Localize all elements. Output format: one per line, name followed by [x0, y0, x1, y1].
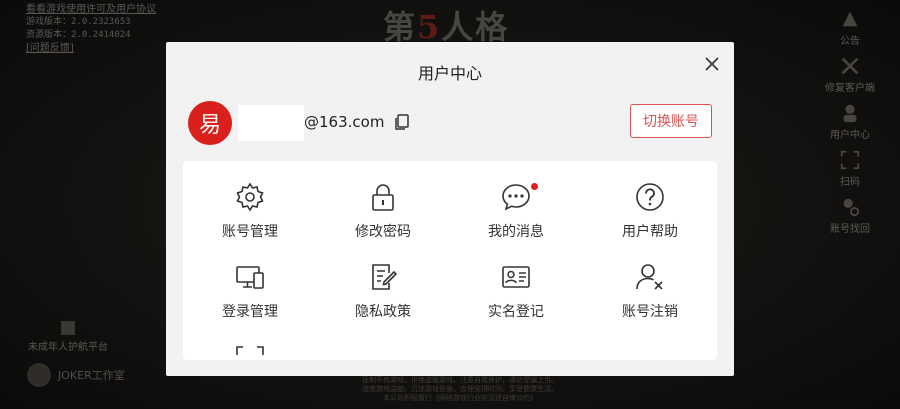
account-row: 易 @163.com 切换账号 — [188, 100, 712, 146]
grid-item-account-management[interactable]: 账号管理 — [183, 181, 317, 251]
privacy-policy-icon — [372, 264, 398, 290]
unread-badge — [531, 183, 538, 190]
devices-icon — [236, 266, 264, 289]
function-grid: 账号管理 修改密码 我的消息 用户帮助 登录管理 隐私政策 实名登记 账号注销 — [183, 161, 717, 360]
user-center-dialog: 用户中心 易 @163.com 切换账号 账号管理 修改密码 我的消息 用户帮助… — [166, 42, 734, 376]
grid-item-login-management[interactable]: 登录管理 — [183, 261, 317, 331]
grid-item-my-messages[interactable]: 我的消息 — [449, 181, 583, 251]
switch-account-button[interactable]: 切换账号 — [630, 104, 712, 138]
message-icon — [502, 184, 530, 211]
grid-item-account-cancellation[interactable]: 账号注销 — [583, 261, 717, 331]
account-email: @163.com — [304, 113, 385, 131]
id-card-icon — [502, 266, 530, 288]
lock-icon — [372, 184, 394, 211]
grid-item-privacy-policy[interactable]: 隐私政策 — [316, 261, 450, 331]
email-mask — [238, 105, 304, 141]
dialog-title: 用户中心 — [417, 64, 482, 83]
grid-item-user-help[interactable]: 用户帮助 — [583, 181, 717, 251]
gear-icon — [236, 182, 264, 212]
help-icon — [636, 183, 664, 211]
user-remove-icon — [636, 264, 663, 290]
close-icon[interactable] — [704, 56, 720, 72]
scan-icon[interactable] — [235, 345, 265, 360]
grid-item-real-name-registration[interactable]: 实名登记 — [449, 261, 583, 331]
grid-item-change-password[interactable]: 修改密码 — [316, 181, 450, 251]
avatar: 易 — [188, 101, 232, 145]
copy-icon[interactable] — [393, 113, 411, 131]
